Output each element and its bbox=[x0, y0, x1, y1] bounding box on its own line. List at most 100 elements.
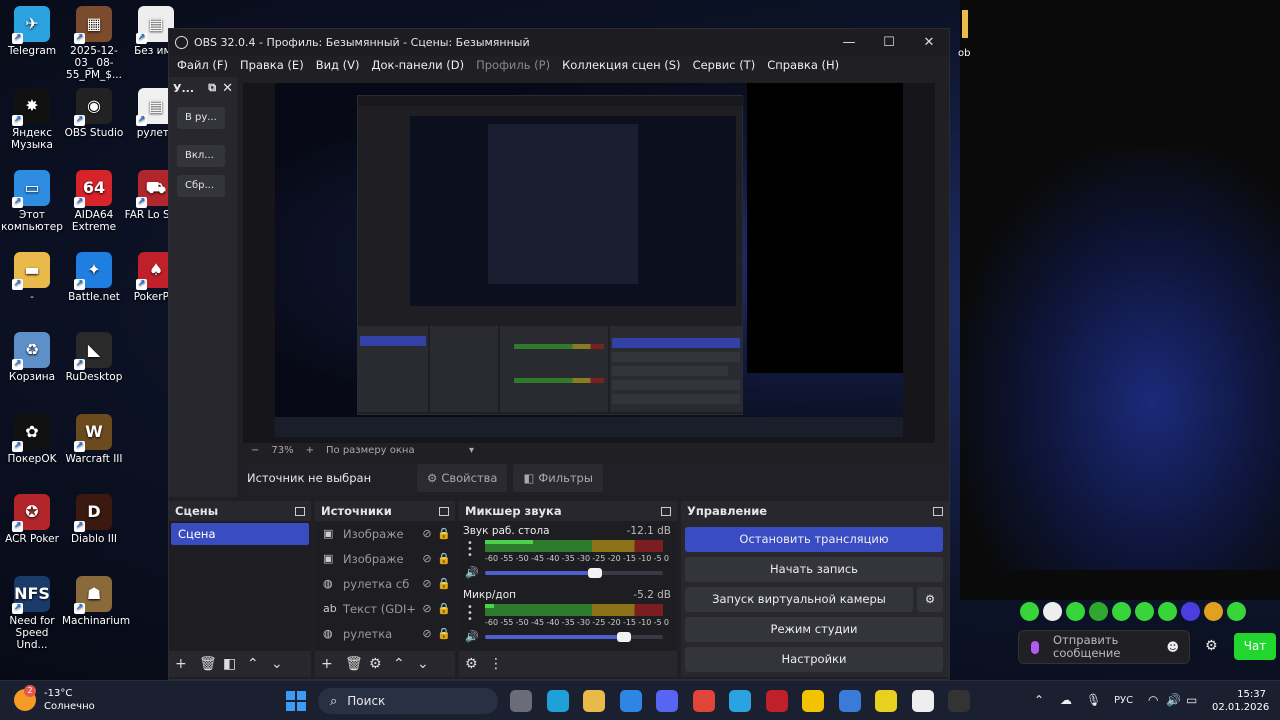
title-bar[interactable]: OBS 32.0.4 - Профиль: Безымянный - Сцены… bbox=[169, 29, 949, 55]
close-button[interactable]: ✕ bbox=[909, 29, 949, 55]
battery-icon[interactable]: ▭ bbox=[1186, 693, 1197, 707]
source-item[interactable]: ab Текст (GDI+ ⊘ 🔒 bbox=[315, 596, 455, 621]
advanced-audio-icon[interactable]: ⚙ bbox=[465, 656, 489, 672]
scene-item[interactable]: Сцена bbox=[171, 523, 309, 545]
chrome-icon[interactable] bbox=[692, 690, 715, 712]
lock-icon[interactable]: 🔒 bbox=[437, 577, 451, 590]
clock[interactable]: 15:37 02.01.2026 bbox=[1212, 688, 1269, 714]
telegram-icon[interactable] bbox=[729, 690, 751, 712]
chat-settings-icon[interactable]: ⚙ bbox=[1205, 638, 1218, 654]
yandex-music-icon[interactable] bbox=[802, 690, 824, 712]
source-item[interactable]: ▣ Изображе ⊘ 🔒 bbox=[315, 546, 455, 571]
add-icon[interactable]: + bbox=[321, 656, 345, 672]
chrome-dev-icon[interactable] bbox=[838, 690, 861, 712]
trash-icon[interactable]: 🗑 bbox=[345, 656, 369, 672]
emote-icon[interactable] bbox=[1181, 602, 1200, 621]
zoom-in-button[interactable]: + bbox=[306, 445, 314, 456]
dock-float-icon[interactable]: ⧉ bbox=[208, 81, 216, 95]
emote-icon[interactable] bbox=[1135, 602, 1154, 621]
task-view-icon[interactable] bbox=[510, 690, 532, 712]
file-explorer-icon[interactable] bbox=[583, 690, 605, 712]
rudesktop-icon[interactable] bbox=[765, 690, 788, 712]
emote-icon[interactable] bbox=[1020, 602, 1039, 621]
dock-float-icon[interactable] bbox=[933, 506, 943, 516]
start-virtual-camera-button[interactable]: Запуск виртуальной камеры bbox=[685, 587, 913, 612]
minimize-button[interactable]: — bbox=[829, 29, 869, 55]
volume-slider-handle[interactable] bbox=[616, 632, 631, 642]
language-indicator[interactable]: РУС bbox=[1114, 695, 1133, 706]
desktop-icon[interactable]: ✈ ↗ Telegram bbox=[0, 6, 64, 57]
desktop-icon[interactable]: ✿ ↗ ПокерOK bbox=[0, 414, 64, 465]
speaker-icon[interactable]: 🔊 bbox=[465, 566, 479, 579]
menu-item[interactable]: Файл (F) bbox=[171, 58, 234, 72]
lock-icon[interactable]: 🔒 bbox=[437, 527, 451, 540]
visibility-hidden-icon[interactable]: ⊘ bbox=[417, 627, 437, 640]
lock-icon[interactable]: 🔒 bbox=[437, 627, 451, 640]
left-dock-button-3[interactable]: Сбр... bbox=[177, 175, 225, 197]
menu-item[interactable]: Вид (V) bbox=[310, 58, 366, 72]
desktop-icon[interactable]: NFS ↗ Need for Speed Und... bbox=[0, 576, 64, 651]
emote-icon[interactable] bbox=[1066, 602, 1085, 621]
lock-icon[interactable]: 🔒 bbox=[437, 602, 451, 615]
microphone-icon[interactable]: 🎙 bbox=[1086, 693, 1101, 707]
menu-item[interactable]: Правка (E) bbox=[234, 58, 310, 72]
copilot-icon[interactable] bbox=[619, 690, 642, 712]
desktop-icon[interactable]: D ↗ Diablo III bbox=[62, 494, 126, 545]
pokerok-icon[interactable] bbox=[911, 690, 934, 712]
source-item[interactable]: ▣ Изображе ⊘ 🔒 bbox=[315, 521, 455, 546]
gear-icon[interactable]: ⚙ bbox=[369, 656, 393, 672]
chevron-down-icon[interactable]: ⌄ bbox=[417, 656, 441, 672]
start-button[interactable] bbox=[286, 691, 306, 711]
chevron-up-icon[interactable]: ⌃ bbox=[393, 656, 417, 672]
visibility-hidden-icon[interactable]: ⊘ bbox=[417, 527, 437, 540]
emote-icon[interactable] bbox=[1089, 602, 1108, 621]
chevron-up-icon[interactable]: ⌃ bbox=[1034, 693, 1044, 707]
zoom-out-button[interactable]: − bbox=[251, 445, 259, 456]
visibility-hidden-icon[interactable]: ⊘ bbox=[417, 602, 437, 615]
filters-button[interactable]: ◧ Фильтры bbox=[513, 464, 603, 492]
emote-icon[interactable] bbox=[1112, 602, 1131, 621]
filter-icon[interactable]: ◧ bbox=[223, 656, 247, 672]
dock-float-icon[interactable] bbox=[295, 506, 305, 516]
more-menu-icon[interactable]: ⋮ bbox=[489, 656, 513, 672]
volume-slider[interactable] bbox=[485, 568, 663, 578]
source-item[interactable]: ◍ рулетка сб ⊘ 🔒 bbox=[315, 571, 455, 596]
partial-desktop-icon[interactable] bbox=[962, 10, 968, 38]
menu-item[interactable]: Сервис (T) bbox=[687, 58, 762, 72]
dock-float-icon[interactable] bbox=[661, 506, 671, 516]
desktop-icon[interactable]: W ↗ Warcraft III bbox=[62, 414, 126, 465]
obs-studio-icon[interactable] bbox=[948, 690, 970, 712]
weather-widget[interactable]: 2 -13°C Солнечно bbox=[14, 685, 95, 713]
desktop-icon[interactable]: ▭ ↗ Этот компьютер bbox=[0, 170, 64, 233]
studio-mode-button[interactable]: Режим студии bbox=[685, 617, 943, 642]
emote-icon[interactable] bbox=[1158, 602, 1177, 621]
channel-menu-icon[interactable]: • • • bbox=[467, 603, 473, 625]
desktop-icon[interactable]: 64 ↗ AIDA64 Extreme bbox=[62, 170, 126, 233]
emote-icon[interactable] bbox=[1204, 602, 1223, 621]
desktop-icon[interactable]: ✦ ↗ Battle.net bbox=[62, 252, 126, 303]
taskbar-search[interactable]: ⌕ Поиск bbox=[318, 688, 498, 714]
trash-icon[interactable]: 🗑 bbox=[199, 656, 223, 672]
desktop-icon[interactable]: ◣ ↗ RuDesktop bbox=[62, 332, 126, 383]
left-dock-button-1[interactable]: В ру... bbox=[177, 107, 225, 129]
scale-mode-select[interactable]: По размеру окна ▾ bbox=[326, 445, 486, 456]
chat-send-button[interactable]: Чат bbox=[1234, 633, 1276, 660]
menu-item[interactable]: Профиль (P) bbox=[470, 58, 556, 72]
volume-slider-handle[interactable] bbox=[588, 568, 603, 578]
discord-icon[interactable] bbox=[656, 690, 678, 712]
desktop-icon[interactable]: ✸ ↗ Яндекс Музыка bbox=[0, 88, 64, 151]
dock-float-icon[interactable] bbox=[439, 506, 449, 516]
menu-item[interactable]: Справка (H) bbox=[761, 58, 845, 72]
desktop-icon[interactable]: ▦ ↗ 2025-12-03_ 08-55_PM_$... bbox=[62, 6, 126, 81]
left-dock-button-2[interactable]: Вкл... bbox=[177, 145, 225, 167]
volume-slider[interactable] bbox=[485, 632, 663, 642]
emoji-icon[interactable]: ☻ bbox=[1166, 640, 1179, 654]
visibility-hidden-icon[interactable]: ⊘ bbox=[417, 577, 437, 590]
emote-icon[interactable] bbox=[1227, 602, 1246, 621]
virtual-camera-settings-button[interactable]: ⚙ bbox=[917, 587, 943, 612]
desktop-icon[interactable]: ◉ ↗ OBS Studio bbox=[62, 88, 126, 139]
chevron-down-icon[interactable]: ⌄ bbox=[271, 656, 295, 672]
stop-stream-button[interactable]: Остановить трансляцию bbox=[685, 527, 943, 552]
volume-icon[interactable]: 🔊 bbox=[1166, 693, 1181, 707]
chevron-up-icon[interactable]: ⌃ bbox=[247, 656, 271, 672]
